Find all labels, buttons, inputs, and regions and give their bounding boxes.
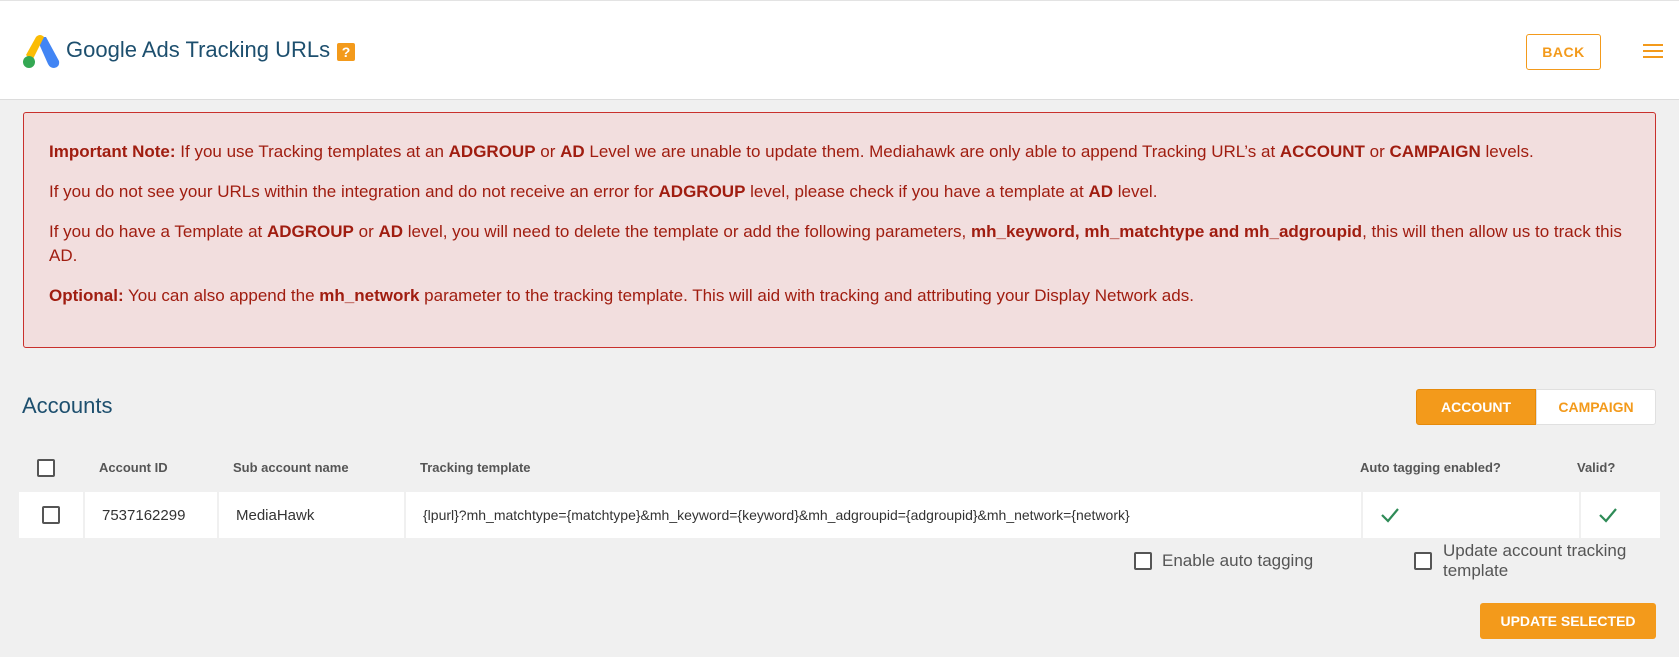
update-selected-button[interactable]: UPDATE SELECTED <box>1480 603 1656 639</box>
column-header-sub-account-name: Sub account name <box>233 460 349 475</box>
account-id-cell: 7537162299 <box>85 492 217 538</box>
table-row: 7537162299 MediaHawk {lpurl}?mh_matchtyp… <box>19 492 1660 538</box>
column-header-auto-tagging: Auto tagging enabled? <box>1360 460 1501 475</box>
help-icon[interactable]: ? <box>337 43 355 61</box>
back-button[interactable]: BACK <box>1526 34 1601 70</box>
note-line-template: If you do have a Template at ADGROUP or … <box>49 222 1622 265</box>
page-title: Google Ads Tracking URLs <box>66 37 331 62</box>
note-line-no-urls: If you do not see your URLs within the i… <box>49 182 1158 201</box>
app-header: Google Ads Tracking URLs ? BACK <box>0 0 1679 100</box>
row-select-cell <box>19 492 83 538</box>
select-all-checkbox[interactable] <box>37 459 55 477</box>
column-header-valid: Valid? <box>1577 460 1616 475</box>
check-icon <box>1599 508 1617 523</box>
note-line-optional: Optional: You can also append the mh_net… <box>49 286 1194 305</box>
sub-account-name-cell: MediaHawk <box>219 492 404 538</box>
check-icon <box>1381 508 1399 523</box>
note-line-important: Important Note: If you use Tracking temp… <box>49 142 1534 161</box>
accounts-heading: Accounts <box>22 393 113 418</box>
tab-account[interactable]: ACCOUNT <box>1416 389 1536 425</box>
tab-campaign[interactable]: CAMPAIGN <box>1536 389 1656 425</box>
row-select-checkbox[interactable] <box>42 506 60 524</box>
enable-auto-tagging-label: Enable auto tagging <box>1162 551 1314 570</box>
valid-cell <box>1581 492 1660 538</box>
hamburger-menu-icon[interactable] <box>1643 44 1663 60</box>
column-header-tracking-template: Tracking template <box>420 460 531 475</box>
update-template-label: Update account tracking template <box>1443 541 1627 580</box>
important-note-alert: Important Note: If you use Tracking temp… <box>23 112 1656 348</box>
tracking-template-cell: {lpurl}?mh_matchtype={matchtype}&mh_keyw… <box>406 492 1361 538</box>
auto-tagging-cell <box>1363 492 1579 538</box>
column-header-account-id: Account ID <box>99 460 168 475</box>
enable-auto-tagging-checkbox[interactable] <box>1134 552 1152 570</box>
update-template-checkbox[interactable] <box>1414 552 1432 570</box>
google-ads-logo <box>23 35 60 68</box>
